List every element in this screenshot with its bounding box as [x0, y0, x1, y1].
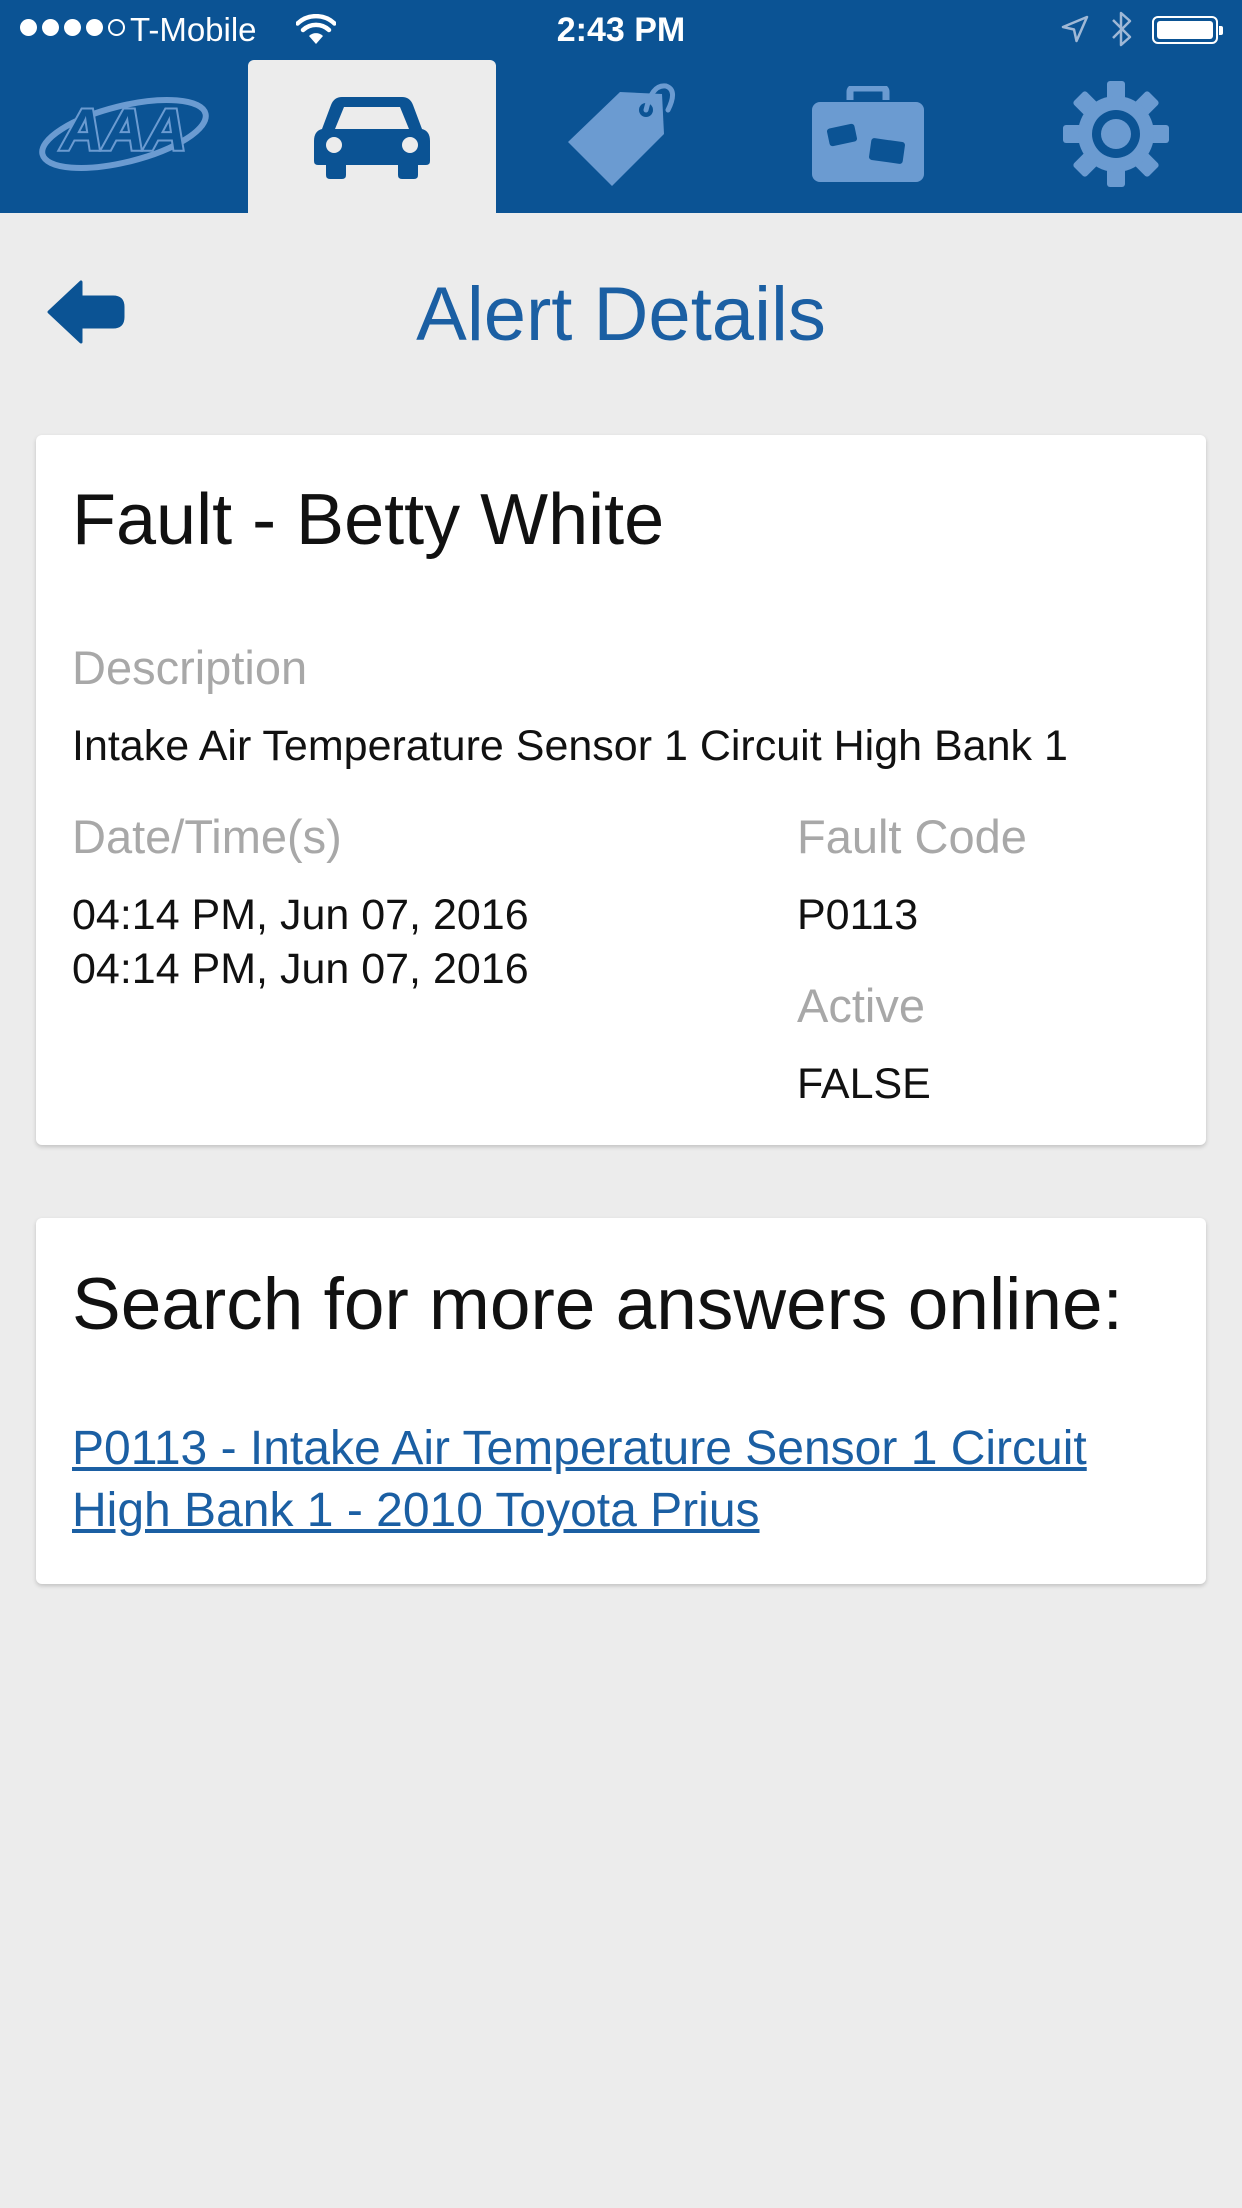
app-header: T-Mobile 2:43 PM AAA [0, 0, 1242, 213]
battery-icon [1152, 16, 1223, 44]
fault-title: Fault - Betty White [72, 480, 665, 560]
aaa-logo-icon: AAA [38, 86, 210, 187]
bluetooth-icon [1110, 10, 1134, 53]
description-value: Intake Air Temperature Sensor 1 Circuit … [72, 722, 1068, 770]
page-title: Alert Details [416, 272, 826, 357]
car-icon [314, 89, 430, 184]
tab-aaa-home[interactable]: AAA [0, 60, 248, 213]
fault-code-label: Fault Code [797, 810, 1027, 863]
svg-text:AAA: AAA [59, 98, 187, 163]
tab-settings[interactable] [992, 60, 1240, 213]
search-result-link[interactable]: P0113 - Intake Air Temperature Sensor 1 … [72, 1418, 1182, 1542]
tab-discounts[interactable] [496, 60, 744, 213]
active-label: Active [797, 979, 925, 1032]
fault-details-card: Fault - Betty White Description Intake A… [36, 435, 1206, 1145]
tag-icon [562, 82, 678, 191]
tab-vehicle[interactable] [248, 60, 496, 213]
suitcase-icon [812, 84, 924, 187]
datetime-value: 04:14 PM, Jun 07, 2016 [72, 945, 529, 993]
search-online-card: Search for more answers online: P0113 - … [36, 1218, 1206, 1584]
description-label: Description [72, 641, 308, 694]
gear-icon [1063, 81, 1169, 192]
active-value: FALSE [797, 1060, 931, 1108]
tab-travel[interactable] [744, 60, 992, 213]
location-icon [1060, 14, 1090, 49]
datetime-value: 04:14 PM, Jun 07, 2016 [72, 891, 529, 939]
fault-code-value: P0113 [797, 891, 919, 939]
datetime-label: Date/Time(s) [72, 810, 342, 863]
search-title: Search for more answers online: [72, 1264, 1123, 1345]
status-bar: T-Mobile 2:43 PM [0, 0, 1242, 60]
status-time: 2:43 PM [556, 11, 686, 49]
